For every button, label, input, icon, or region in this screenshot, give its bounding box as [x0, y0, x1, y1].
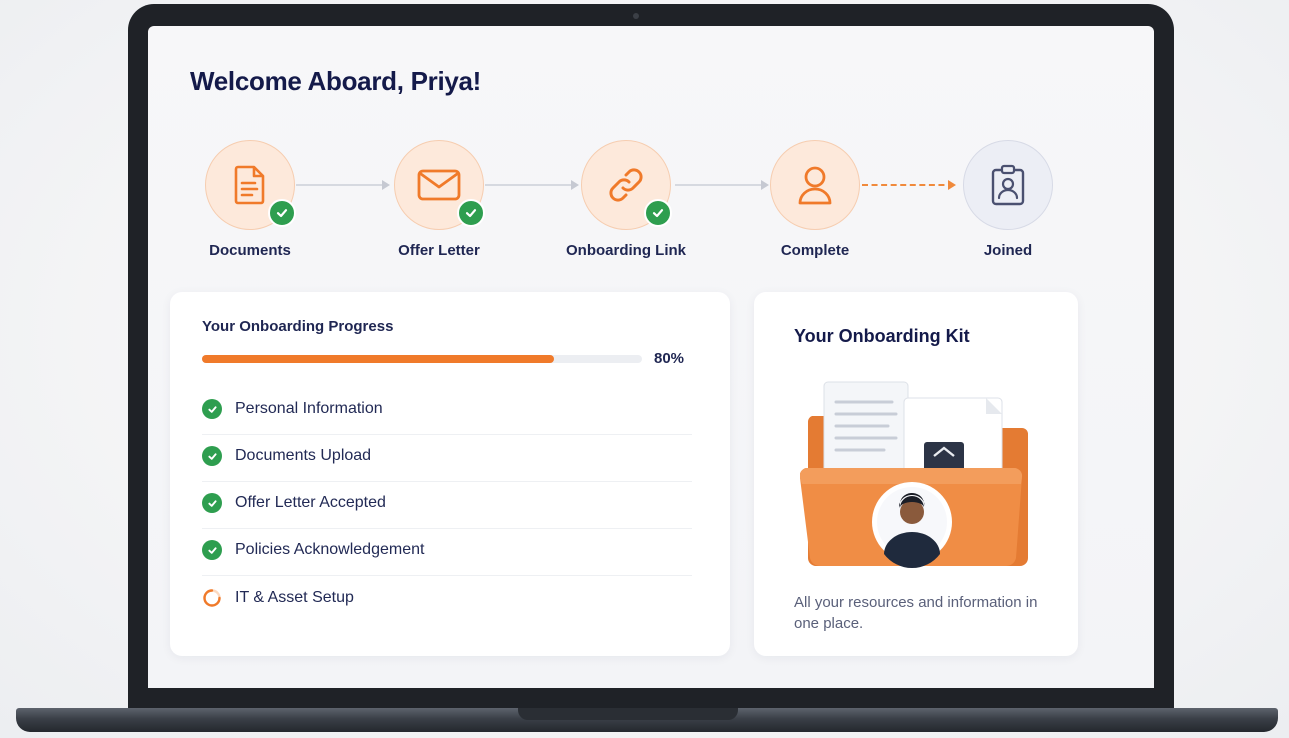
- webcam: [633, 13, 639, 19]
- step-complete[interactable]: Complete: [745, 140, 885, 259]
- checklist-item-label: Policies Acknowledgement: [235, 541, 425, 558]
- checklist-item[interactable]: IT & Asset Setup: [202, 576, 692, 623]
- step-circle: [394, 140, 485, 230]
- step-offer-letter[interactable]: Offer Letter: [369, 140, 509, 259]
- checklist-item-label: IT & Asset Setup: [235, 588, 354, 606]
- step-circle: [205, 140, 296, 230]
- kit-caption: All your resources and information in on…: [794, 594, 1038, 632]
- checklist-item[interactable]: Personal Information: [202, 388, 692, 435]
- step-label: Onboarding Link: [566, 242, 686, 259]
- step-joined[interactable]: Joined: [938, 140, 1078, 259]
- progress-title: Your Onboarding Progress: [202, 318, 394, 335]
- laptop-hinge-notch: [518, 708, 738, 720]
- step-label: Joined: [983, 242, 1033, 259]
- checklist-item[interactable]: Policies Acknowledgement: [202, 529, 692, 576]
- checklist-item[interactable]: Offer Letter Accepted: [202, 482, 692, 529]
- step-label: Offer Letter: [398, 242, 480, 259]
- id-badge-icon: [991, 164, 1025, 206]
- document-icon: [234, 165, 265, 205]
- envelope-icon: [417, 169, 461, 201]
- checklist-item-label: Offer Letter Accepted: [235, 494, 386, 511]
- check-circle-icon: [202, 399, 222, 419]
- progress-percent: 80%: [654, 350, 685, 367]
- spinner-icon: [202, 588, 222, 608]
- check-circle-icon: [202, 493, 222, 513]
- user-icon: [798, 166, 832, 205]
- step-label: Complete: [780, 242, 850, 259]
- checklist-item-label: Personal Information: [235, 400, 383, 417]
- laptop-screen: Welcome Aboard, Priya! Documents Offer L…: [148, 26, 1154, 688]
- step-documents[interactable]: Documents: [180, 140, 320, 259]
- check-icon: [268, 199, 296, 227]
- check-circle-icon: [202, 446, 222, 466]
- step-circle: [770, 140, 860, 230]
- step-circle: [581, 140, 672, 230]
- folder-illustration: [800, 381, 1028, 568]
- check-icon: [644, 199, 672, 227]
- link-icon: [609, 168, 643, 202]
- checklist-item[interactable]: Documents Upload: [202, 435, 692, 482]
- step-circle: [963, 140, 1053, 230]
- checklist-item-label: Documents Upload: [235, 447, 372, 464]
- progress-bar: [202, 355, 642, 363]
- page-title: Welcome Aboard, Priya!: [190, 66, 482, 96]
- kit-title: Your Onboarding Kit: [794, 326, 970, 346]
- check-circle-icon: [202, 540, 222, 560]
- progress-bar-fill: [202, 355, 554, 363]
- check-icon: [457, 199, 485, 227]
- step-onboarding-link[interactable]: Onboarding Link: [556, 140, 696, 259]
- onboarding-kit-card[interactable]: Your Onboarding Kit All your resources a…: [754, 292, 1078, 656]
- onboarding-progress-card: Your Onboarding Progress 80% Personal In…: [170, 292, 730, 656]
- step-label: Documents: [209, 242, 291, 259]
